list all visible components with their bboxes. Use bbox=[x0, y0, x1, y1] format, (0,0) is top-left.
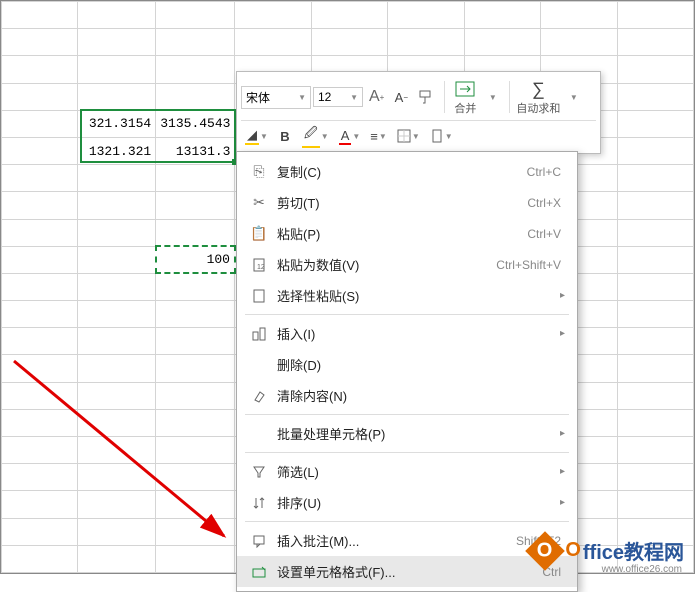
bold-button[interactable]: B bbox=[274, 125, 296, 147]
paste-icon: 📋 bbox=[247, 225, 271, 242]
menu-sort[interactable]: 排序(U) ▸ bbox=[237, 487, 577, 518]
watermark-url: www.office26.com bbox=[602, 564, 682, 575]
sort-icon bbox=[247, 496, 271, 510]
autosum-label: 自动求和 bbox=[516, 100, 560, 116]
menu-insert[interactable]: 插入(I) ▸ bbox=[237, 318, 577, 349]
format-button[interactable]: ▼ bbox=[426, 125, 457, 147]
mini-toolbar: 宋体 ▼ 12 ▼ A+ A− 合并 ▼ ∑ 自动求和 ▼ ◢▼ B bbox=[236, 71, 601, 154]
submenu-arrow-icon: ▸ bbox=[560, 290, 567, 301]
menu-paste[interactable]: 📋 粘贴(P) Ctrl+V bbox=[237, 218, 577, 249]
merge-dropdown[interactable]: ▼ bbox=[481, 86, 503, 108]
watermark: O Office教程网 bbox=[531, 536, 684, 565]
menu-batch[interactable]: 批量处理单元格(P) ▸ bbox=[237, 418, 577, 449]
submenu-arrow-icon: ▸ bbox=[560, 328, 567, 339]
watermark-badge-icon: O bbox=[526, 531, 566, 571]
dashed-cell[interactable]: 100 bbox=[156, 246, 235, 273]
align-button[interactable]: ≡▼ bbox=[366, 125, 391, 147]
chevron-down-icon: ▼ bbox=[350, 93, 358, 102]
copy-icon: ⎘ bbox=[247, 163, 271, 180]
format-cells-icon bbox=[247, 565, 271, 579]
borders-button[interactable]: ▼ bbox=[393, 125, 424, 147]
menu-cut[interactable]: ✂ 剪切(T) Ctrl+X bbox=[237, 187, 577, 218]
menu-clear[interactable]: 清除内容(N) bbox=[237, 380, 577, 411]
context-menu: ⎘ 复制(C) Ctrl+C ✂ 剪切(T) Ctrl+X 📋 粘贴(P) Ct… bbox=[236, 151, 578, 592]
font-size-value: 12 bbox=[318, 90, 331, 104]
paste-values-icon: 12 bbox=[247, 258, 271, 272]
menu-format-cells[interactable]: 设置单元格格式(F)... Ctrl bbox=[237, 556, 577, 587]
font-name-select[interactable]: 宋体 ▼ bbox=[241, 86, 311, 109]
filter-icon bbox=[247, 465, 271, 479]
format-painter-icon[interactable] bbox=[414, 86, 438, 108]
chevron-down-icon: ▼ bbox=[298, 93, 306, 102]
decrease-font-button[interactable]: A− bbox=[390, 86, 412, 108]
merge-cells-button[interactable] bbox=[451, 78, 479, 100]
menu-copy[interactable]: ⎘ 复制(C) Ctrl+C bbox=[237, 156, 577, 187]
menu-paste-special[interactable]: 选择性粘贴(S) ▸ bbox=[237, 280, 577, 311]
paste-special-icon bbox=[247, 289, 271, 303]
submenu-arrow-icon: ▸ bbox=[560, 466, 567, 477]
comment-icon bbox=[247, 534, 271, 548]
font-name-value: 宋体 bbox=[246, 89, 270, 106]
menu-delete[interactable]: 删除(D) bbox=[237, 349, 577, 380]
cell[interactable]: 3135.4543 bbox=[156, 110, 235, 137]
cut-icon: ✂ bbox=[247, 194, 271, 211]
menu-filter[interactable]: 筛选(L) ▸ bbox=[237, 456, 577, 487]
cell[interactable]: 321.3154 bbox=[78, 110, 156, 137]
menu-paste-values[interactable]: 12 粘贴为数值(V) Ctrl+Shift+V bbox=[237, 249, 577, 280]
autosum-dropdown[interactable]: ▼ bbox=[562, 86, 584, 108]
autosum-button[interactable]: ∑ bbox=[527, 78, 549, 100]
cell[interactable]: 13131.3 bbox=[156, 137, 235, 164]
insert-icon bbox=[247, 327, 271, 341]
fill-color-button[interactable]: ◢▼ bbox=[241, 125, 272, 147]
submenu-arrow-icon: ▸ bbox=[560, 497, 567, 508]
increase-font-button[interactable]: A+ bbox=[365, 86, 388, 108]
fill-color2-button[interactable]: 🖉▼ bbox=[298, 125, 333, 147]
submenu-arrow-icon: ▸ bbox=[560, 428, 567, 439]
font-color-button[interactable]: A▼ bbox=[335, 125, 365, 147]
cell[interactable]: 1321.321 bbox=[78, 137, 156, 164]
merge-label: 合并 bbox=[454, 100, 476, 116]
font-size-select[interactable]: 12 ▼ bbox=[313, 87, 363, 107]
clear-icon bbox=[247, 389, 271, 403]
svg-text:12: 12 bbox=[257, 264, 265, 271]
